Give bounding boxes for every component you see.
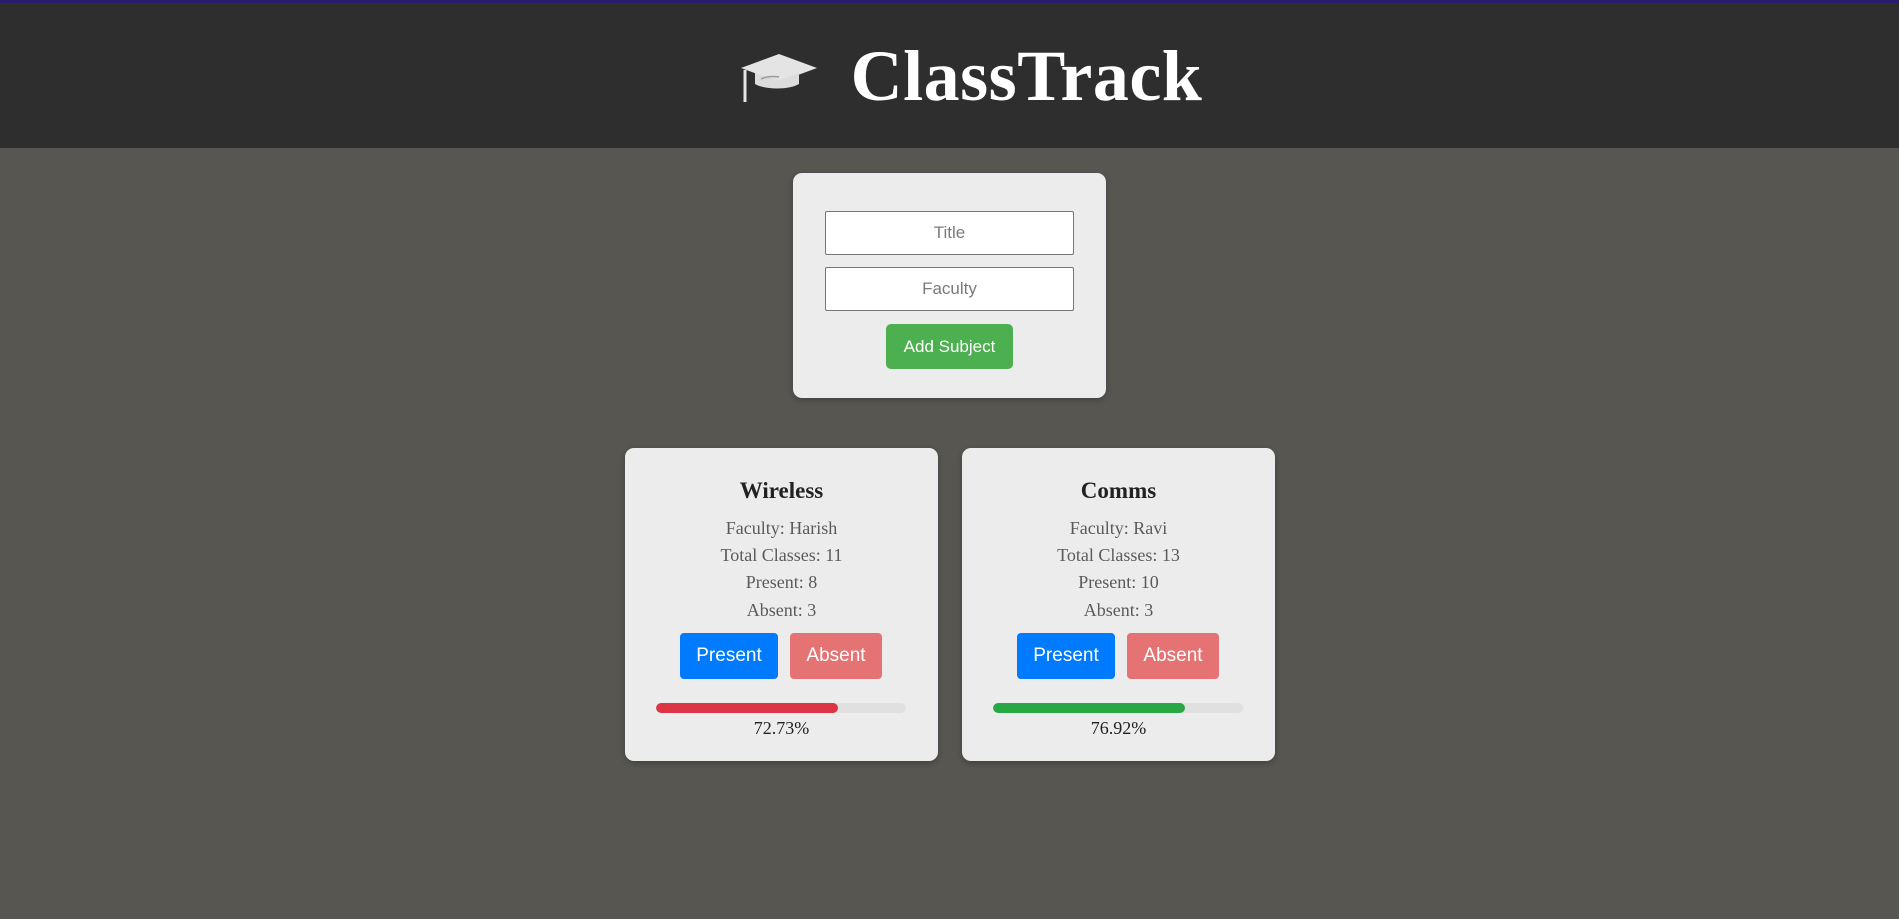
add-subject-button[interactable]: Add Subject — [886, 324, 1013, 369]
add-subject-form: Add Subject — [793, 173, 1106, 398]
graduation-cap-icon — [740, 53, 817, 102]
brand: ClassTrack — [737, 40, 1203, 112]
present-count-text: Present: 8 — [745, 572, 818, 592]
app-header: ClassTrack — [0, 3, 1899, 148]
present-button[interactable]: Present — [680, 633, 778, 679]
subject-card-wireless: Wireless Faculty: Harish Total Classes: … — [625, 448, 938, 761]
faculty-input[interactable] — [825, 267, 1074, 311]
faculty-text: Faculty: Ravi — [1069, 518, 1168, 538]
present-count-text: Present: 10 — [1078, 572, 1159, 592]
absent-button[interactable]: Absent — [790, 633, 882, 679]
faculty-text: Faculty: Harish — [725, 518, 838, 538]
subject-card-comms: Comms Faculty: Ravi Total Classes: 13 Pr… — [962, 448, 1275, 761]
attendance-progress-bar — [993, 703, 1243, 713]
attendance-percent: 76.92% — [1090, 718, 1147, 738]
absent-count-text: Absent: 3 — [746, 600, 817, 620]
attendance-progress-fill — [656, 703, 838, 713]
app-title: ClassTrack — [850, 35, 1203, 116]
absent-button[interactable]: Absent — [1127, 633, 1219, 679]
attendance-progress-fill — [993, 703, 1186, 713]
subject-title: Wireless — [739, 478, 824, 503]
total-classes-text: Total Classes: 11 — [720, 545, 843, 565]
absent-count-text: Absent: 3 — [1083, 600, 1154, 620]
attendance-progress-bar — [656, 703, 906, 713]
attendance-percent: 72.73% — [753, 718, 810, 738]
title-input[interactable] — [825, 211, 1074, 255]
subject-title: Comms — [1080, 478, 1157, 503]
present-button[interactable]: Present — [1017, 633, 1115, 679]
total-classes-text: Total Classes: 13 — [1057, 545, 1180, 565]
